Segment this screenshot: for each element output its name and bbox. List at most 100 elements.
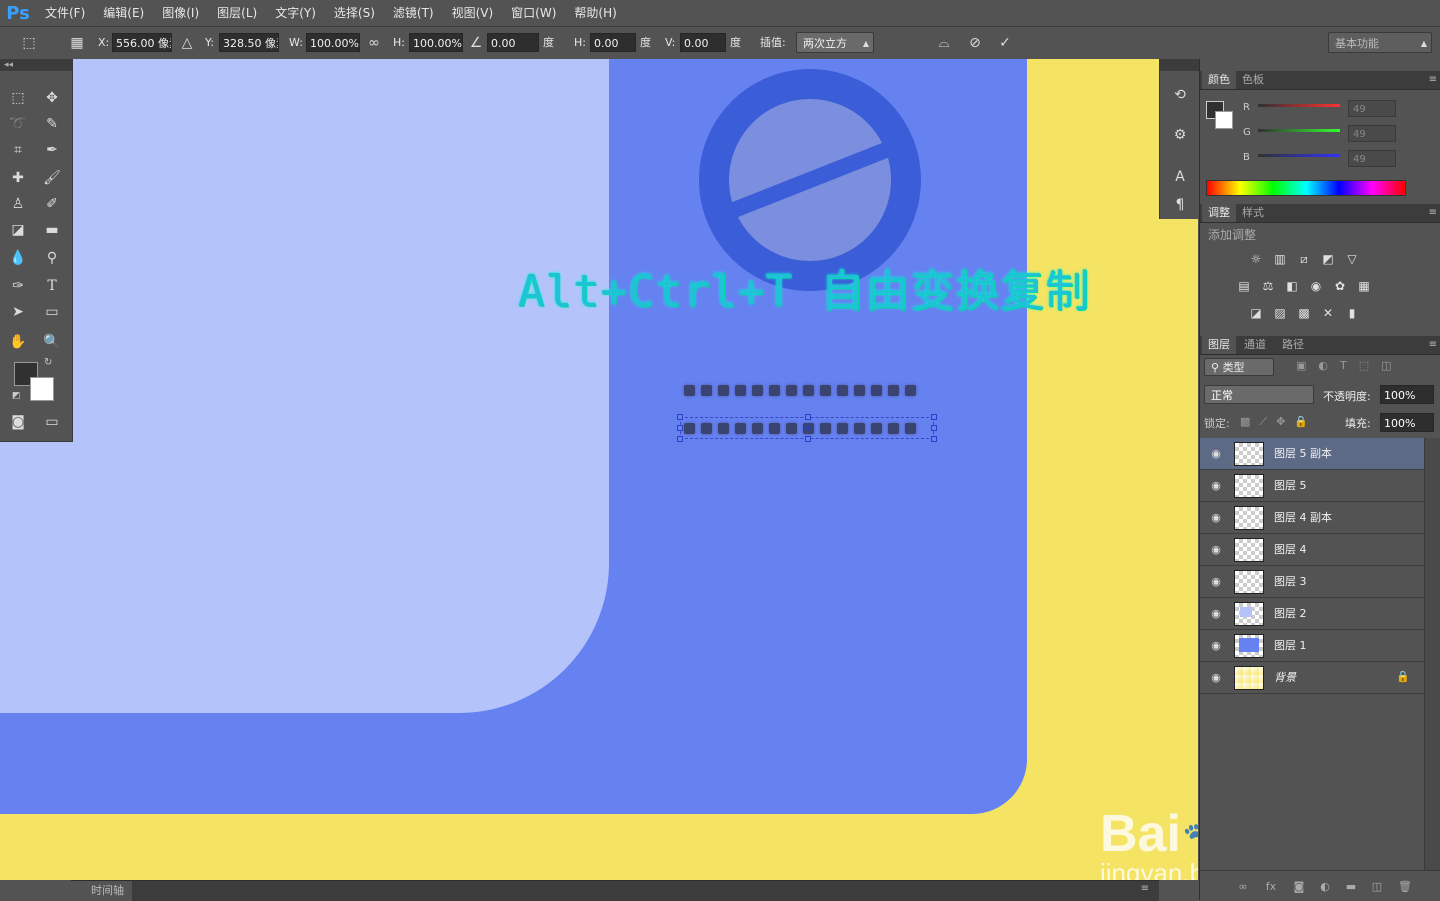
tab-channels[interactable]: 通道 (1238, 336, 1272, 354)
channel-b-value[interactable]: 49 (1348, 150, 1396, 167)
new-layer-icon[interactable]: ◫ (1366, 876, 1388, 896)
shape-tool-icon[interactable]: ▭ (40, 301, 64, 323)
angle-field[interactable]: 0.00 (487, 33, 539, 52)
visibility-eye-icon[interactable]: ◉ (1208, 669, 1224, 685)
new-group-icon[interactable]: ▬ (1340, 876, 1362, 896)
channel-r-slider[interactable] (1258, 104, 1340, 107)
transform-handle[interactable] (677, 425, 683, 431)
visibility-eye-icon[interactable]: ◉ (1208, 477, 1224, 493)
selective-color-icon[interactable]: ✕ (1318, 304, 1338, 322)
move-tool-icon[interactable]: ✥ (40, 87, 64, 109)
opacity-field[interactable]: 100% (1380, 385, 1434, 404)
workspace-select[interactable]: 基本功能 ▲ (1328, 32, 1432, 53)
tab-swatches[interactable]: 色板 (1236, 71, 1270, 89)
layer-row[interactable]: ◉ 图层 4 (1200, 534, 1424, 566)
menu-filter[interactable]: 滤镜(T) (384, 0, 443, 26)
layer-style-icon[interactable]: fx (1260, 876, 1282, 896)
panel-menu-icon[interactable]: ≡ (1429, 71, 1437, 89)
vibrance-icon[interactable]: ▽ (1342, 250, 1362, 268)
tab-paths[interactable]: 路径 (1276, 336, 1310, 354)
warp-mode-icon[interactable]: ⌓ (933, 32, 955, 54)
document-canvas[interactable]: Alt+Ctrl+T 自由变换复制 ✛ Bai 🐾 du 经验 jingyan.… (0, 59, 1198, 880)
transform-handle[interactable] (931, 425, 937, 431)
channel-b-slider[interactable] (1258, 154, 1340, 157)
lasso-tool-icon[interactable]: ➰ (6, 113, 30, 135)
menu-layer[interactable]: 图层(L) (208, 0, 266, 26)
blur-tool-icon[interactable]: 💧 (6, 247, 30, 269)
paragraph-panel-icon[interactable]: ¶ (1168, 193, 1192, 217)
layer-row[interactable]: ◉ 背景 🔒 (1200, 662, 1424, 694)
transform-handle[interactable] (805, 436, 811, 442)
screen-mode-icon[interactable]: ▭ (40, 411, 64, 433)
zoom-tool-icon[interactable]: 🔍 (40, 331, 64, 353)
color-spectrum-bar[interactable] (1206, 180, 1406, 196)
panel-menu-icon[interactable]: ≡ (1141, 883, 1149, 894)
gradient-tool-icon[interactable]: ▬ (40, 219, 64, 241)
exposure-icon[interactable]: ◩ (1318, 250, 1338, 268)
fill-field[interactable]: 100% (1380, 413, 1434, 432)
hue-saturation-icon[interactable]: ▤ (1234, 277, 1254, 295)
channel-mixer-icon[interactable]: ✿ (1330, 277, 1350, 295)
tab-adjustments[interactable]: 调整 (1202, 204, 1236, 222)
panel-menu-icon[interactable]: ≡ (1429, 204, 1437, 222)
photo-filter-icon[interactable]: ◉ (1306, 277, 1326, 295)
menu-type[interactable]: 文字(Y) (266, 0, 325, 26)
dock-header[interactable] (1160, 59, 1200, 71)
vskew-field[interactable]: 0.00 (680, 33, 726, 52)
tab-layers[interactable]: 图层 (1202, 336, 1236, 354)
transform-handle[interactable] (931, 436, 937, 442)
layer-row[interactable]: ◉ 图层 2 (1200, 598, 1424, 630)
channel-g-slider[interactable] (1258, 129, 1340, 132)
threshold-icon[interactable]: ▩ (1294, 304, 1314, 322)
visibility-eye-icon[interactable]: ◉ (1208, 509, 1224, 525)
tab-color[interactable]: 颜色 (1202, 71, 1236, 89)
transform-handle[interactable] (677, 414, 683, 420)
marquee-tool-icon[interactable]: ⬚ (6, 87, 30, 109)
visibility-eye-icon[interactable]: ◉ (1208, 637, 1224, 653)
character-panel-icon[interactable]: A (1168, 165, 1192, 189)
invert-icon[interactable]: ◪ (1246, 304, 1266, 322)
layer-row[interactable]: ◉ 图层 3 (1200, 566, 1424, 598)
default-colors-icon[interactable]: ◩ (12, 391, 21, 401)
visibility-eye-icon[interactable]: ◉ (1208, 541, 1224, 557)
y-field[interactable]: 328.50 像素 (219, 33, 279, 52)
visibility-eye-icon[interactable]: ◉ (1208, 445, 1224, 461)
x-field[interactable]: 556.00 像素 (112, 33, 172, 52)
layer-row[interactable]: ◉ 图层 5 副本 (1200, 438, 1424, 470)
blend-mode-select[interactable]: 正常 (1204, 385, 1314, 404)
menu-view[interactable]: 视图(V) (443, 0, 503, 26)
visibility-eye-icon[interactable]: ◉ (1208, 573, 1224, 589)
dodge-tool-icon[interactable]: ⚲ (40, 247, 64, 269)
eyedropper-tool-icon[interactable]: ✒ (40, 139, 64, 161)
cancel-transform-icon[interactable]: ⊘ (964, 32, 986, 54)
h-field[interactable]: 100.00% (409, 33, 463, 52)
hskew-field[interactable]: 0.00 (590, 33, 636, 52)
link-layers-icon[interactable]: ∞ (1232, 876, 1254, 896)
color-balance-icon[interactable]: ⚖ (1258, 277, 1278, 295)
transform-handle[interactable] (931, 414, 937, 420)
new-adjustment-icon[interactable]: ◐ (1314, 876, 1336, 896)
move-tool-preset-icon[interactable]: ⬚ (18, 32, 40, 54)
tools-panel-header[interactable]: ◂◂ (0, 59, 72, 71)
levels-icon[interactable]: ▥ (1270, 250, 1290, 268)
menu-select[interactable]: 选择(S) (325, 0, 384, 26)
channel-g-value[interactable]: 49 (1348, 125, 1396, 142)
transform-bounding-box[interactable]: ✛ (677, 414, 937, 442)
layer-filter-icons[interactable]: ▣◐T⬚◫ (1296, 359, 1404, 372)
history-brush-tool-icon[interactable]: ✐ (40, 193, 64, 215)
curves-icon[interactable]: ⧄ (1294, 250, 1314, 268)
gradient-map-icon[interactable]: ▮ (1342, 304, 1362, 322)
layer-row[interactable]: ◉ 图层 1 (1200, 630, 1424, 662)
panel-menu-icon[interactable]: ≡ (1429, 336, 1437, 354)
layer-filter-select[interactable]: ⚲ 类型 (1204, 358, 1274, 376)
background-color-swatch[interactable] (30, 377, 54, 401)
crop-tool-icon[interactable]: ⌗ (6, 139, 30, 161)
delete-layer-icon[interactable]: 🗑 (1394, 876, 1416, 896)
channel-r-value[interactable]: 49 (1348, 100, 1396, 117)
interpolation-select[interactable]: 两次立方 ▲ (796, 32, 874, 53)
eraser-tool-icon[interactable]: ◪ (6, 219, 30, 241)
brightness-icon[interactable]: ☼ (1246, 250, 1266, 268)
transform-handle[interactable] (805, 414, 811, 420)
layer-row[interactable]: ◉ 图层 5 (1200, 470, 1424, 502)
transform-handle[interactable] (677, 436, 683, 442)
